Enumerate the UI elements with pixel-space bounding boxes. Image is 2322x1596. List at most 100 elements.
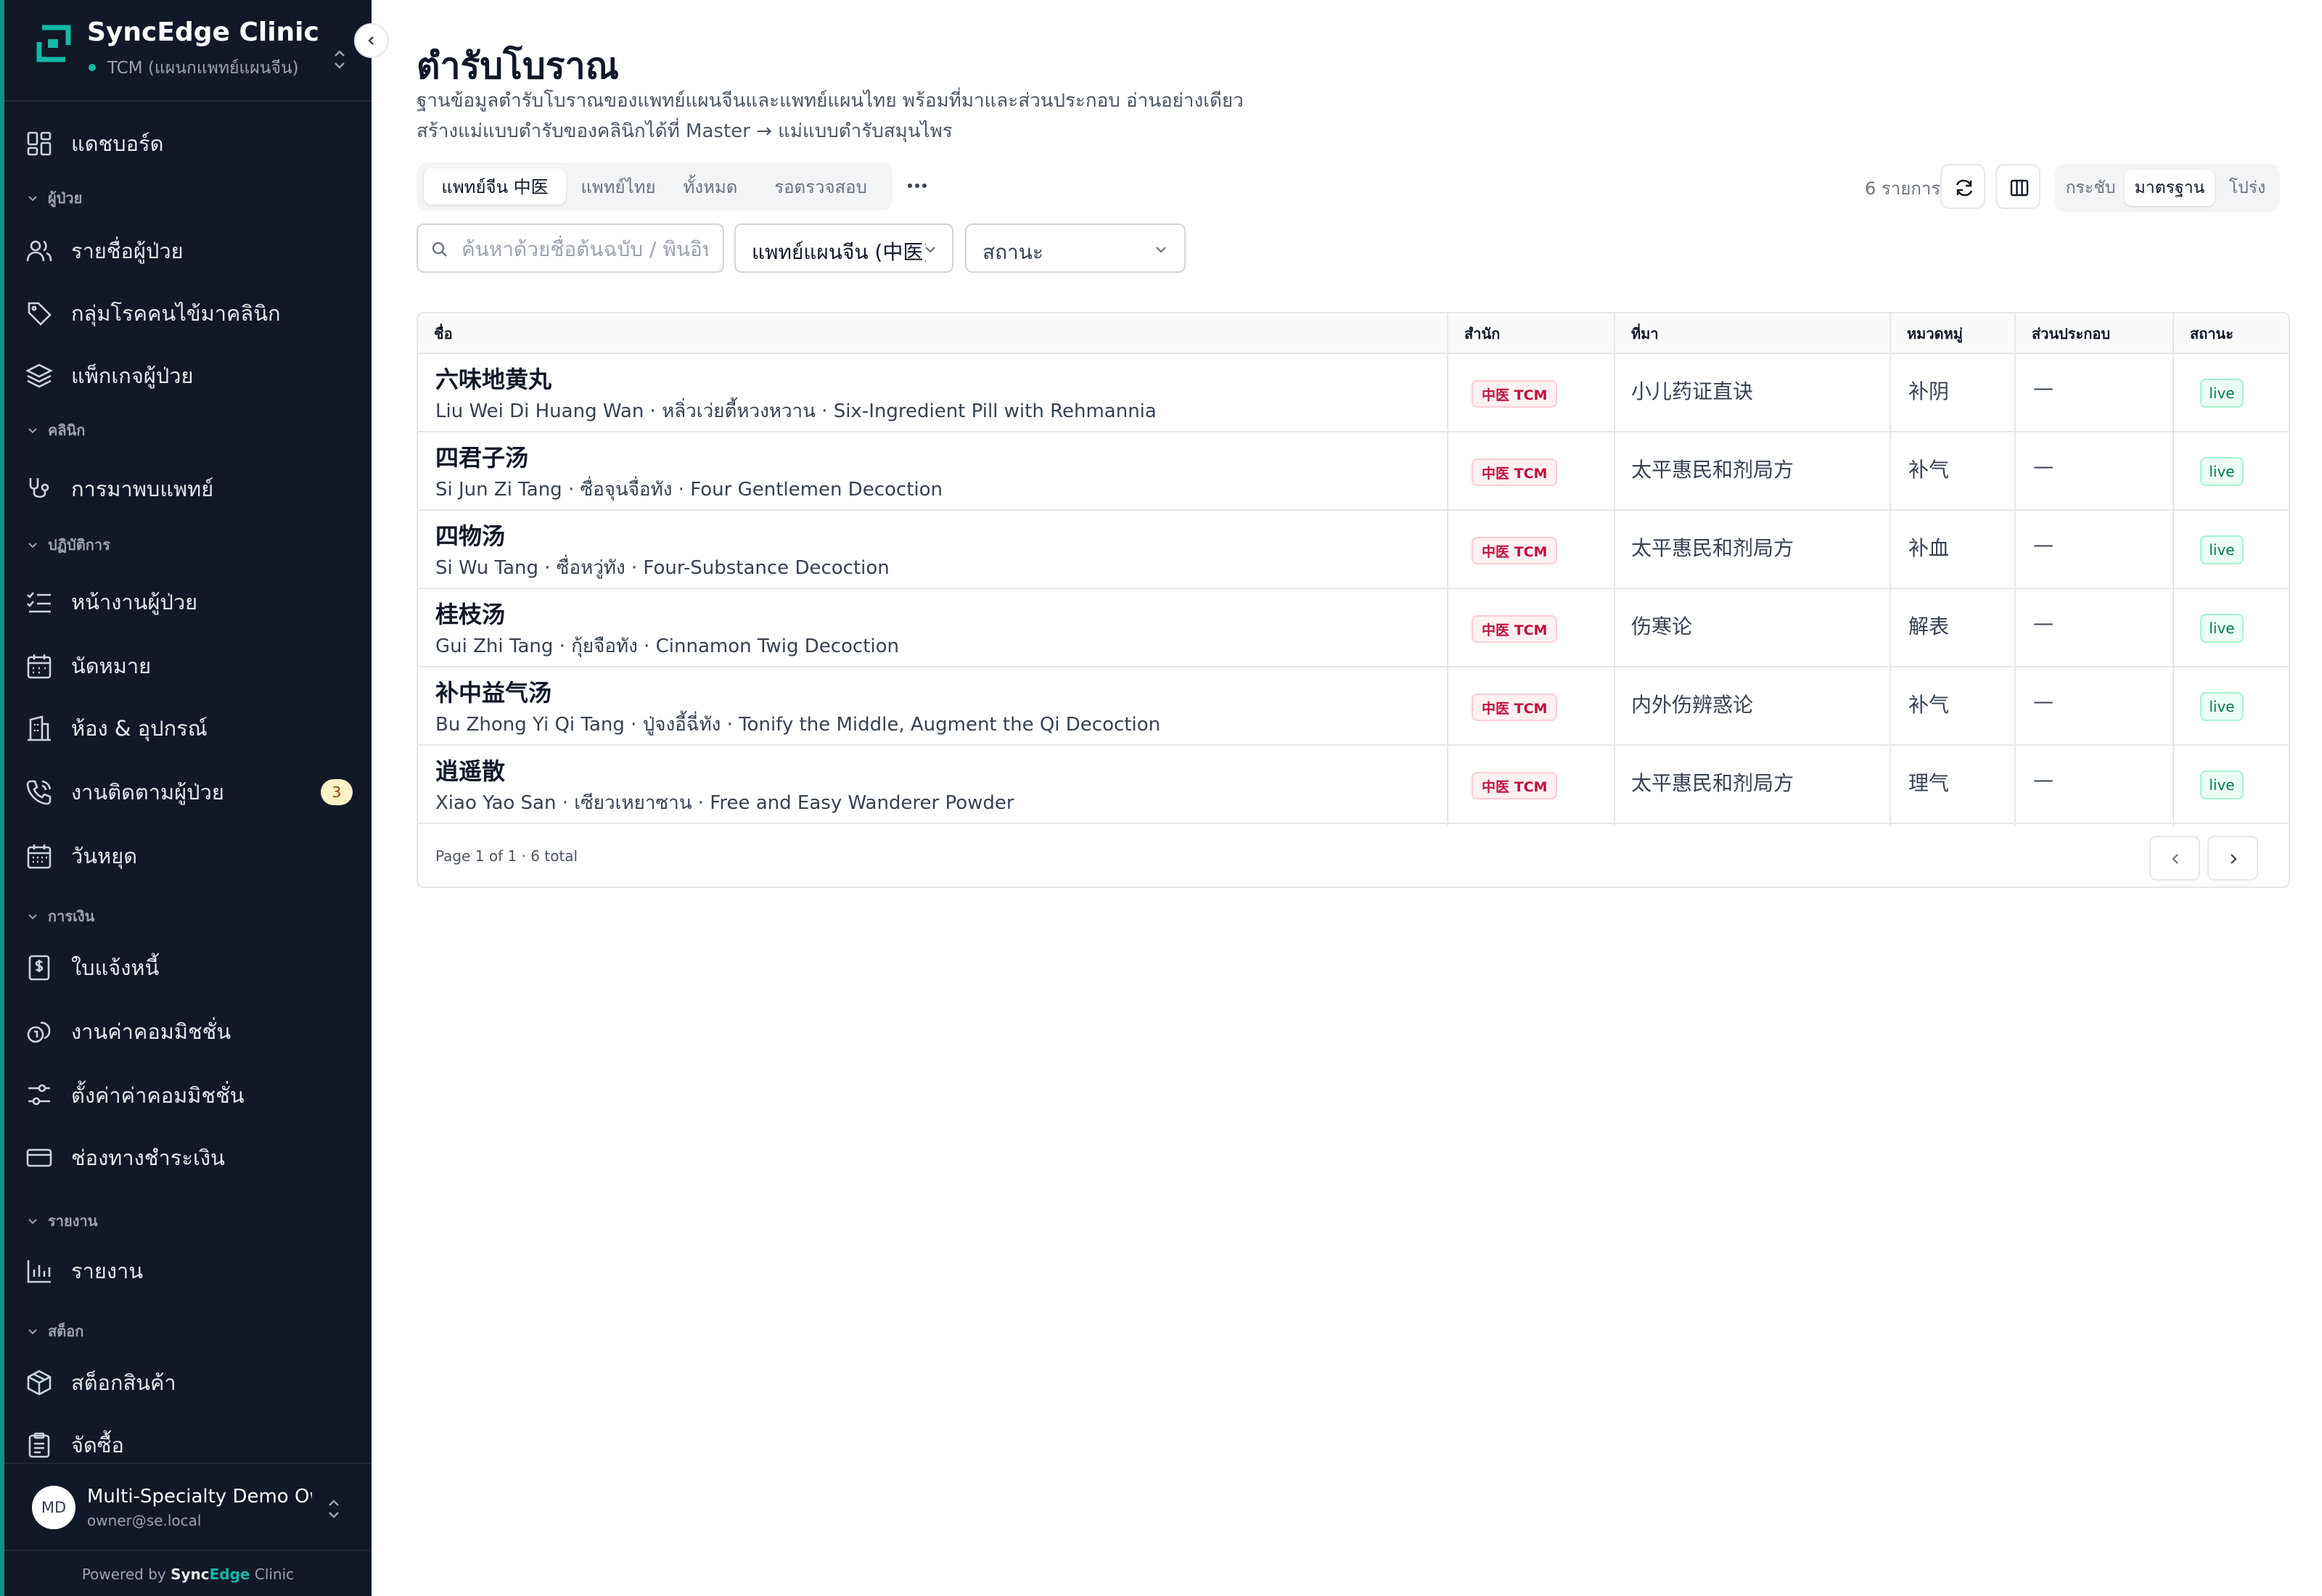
sliders-icon	[28, 1084, 50, 1106]
table-row[interactable]: 四君子汤 Si Jun Zi Tang · ซื่อจุนจื่อทัง · F…	[418, 432, 2289, 511]
status-badge: live	[2200, 457, 2244, 486]
formula-subtitle: Xiao Yao San · เซียวเหยาซาน · Free and E…	[435, 792, 1014, 814]
follow-up-count-badge: 3	[321, 779, 353, 805]
stethoscope-icon	[29, 478, 49, 498]
chevron-right-icon	[2231, 854, 2237, 864]
section-stock[interactable]: สต็อก	[26, 1320, 83, 1342]
chevron-down-icon	[925, 247, 935, 253]
section-operations[interactable]: ปฏิบัติการ	[26, 534, 110, 556]
sidebar-item-rooms[interactable]: ห้อง & อุปกรณ์	[25, 707, 358, 750]
category-cell: 补气	[1908, 458, 1950, 482]
table-row[interactable]: 桂枝汤 Gui Zhi Tang · กุ้ยจือทัง · Cinnamon…	[418, 589, 2289, 667]
table-row[interactable]: 补中益气汤 Bu Zhong Yi Qi Tang · ปู่จงอี้ฉี่ท…	[418, 667, 2289, 746]
sidebar-item-invoices[interactable]: ใบแจ้งหนี้	[25, 946, 358, 990]
sidebar-item-reports[interactable]: รายงาน	[25, 1249, 358, 1293]
user-menu[interactable]: MD Multi-Specialty Demo Owner owner@se.l…	[4, 1463, 372, 1550]
source-cell: 小儿药证直诀	[1631, 379, 1754, 403]
sidebar-item-label: กลุ่มโรคคนไข้มาคลินิก	[71, 301, 281, 326]
sidebar-item-appointments[interactable]: นัดหมาย	[25, 644, 358, 688]
table-row[interactable]: 六味地黄丸 Liu Wei Di Huang Wan · หลิ่วเว่ยตี…	[418, 354, 2289, 432]
chevrons-up-down-icon[interactable]	[324, 1496, 344, 1522]
section-label: สต็อก	[48, 1323, 84, 1340]
column-header-school[interactable]: สำนัก	[1448, 313, 1500, 354]
refresh-icon	[1956, 179, 1973, 197]
layers-icon	[25, 363, 53, 388]
section-reports[interactable]: รายงาน	[26, 1210, 97, 1232]
column-header-status[interactable]: สถานะ	[2174, 313, 2233, 354]
sidebar-item-holidays[interactable]: วันหยุด	[25, 834, 358, 878]
column-header-source[interactable]: ที่มา	[1615, 313, 1659, 354]
section-label: การเงิน	[48, 908, 95, 925]
sidebar-item-label: นัดหมาย	[71, 654, 152, 678]
section-label: คลินิก	[48, 421, 86, 439]
row-count: 6 รายการ	[1865, 178, 1941, 199]
formula-name: 六味地黄丸	[435, 366, 552, 393]
sidebar-item-commission-jobs[interactable]: งานค่าคอมมิชชั่น	[25, 1010, 358, 1053]
sidebar-item-patients[interactable]: รายชื่อผู้ป่วย	[25, 229, 358, 273]
user-name: Multi-Specialty Demo Owner	[87, 1486, 312, 1507]
table-header: ชื่อ สำนัก ที่มา หมวดหมู่ ส่วนประกอบ สถา…	[418, 313, 2289, 354]
tab-pending-review[interactable]: รอตรวจสอบ	[756, 168, 885, 205]
school-chip: 中医 TCM	[1472, 694, 1558, 721]
search-box	[417, 223, 724, 273]
status-badge: live	[2200, 614, 2244, 643]
density-compact[interactable]: กระชับ	[2061, 170, 2120, 206]
sidebar-item-label: งานติดตามผู้ป่วย	[71, 780, 224, 805]
formulas-table: ชื่อ สำนัก ที่มา หมวดหมู่ ส่วนประกอบ สถา…	[417, 312, 2290, 888]
category-cell: 补血	[1908, 536, 1950, 560]
tab-all[interactable]: ทั้งหมด	[670, 168, 750, 205]
chevron-down-icon	[28, 543, 37, 548]
sidebar-item-commission-settings[interactable]: ตั้งค่าค่าคอมมิชชั่น	[25, 1074, 358, 1117]
sidebar-item-label: รายชื่อผู้ป่วย	[71, 239, 184, 263]
sidebar-item-label: สต็อกสินค้า	[71, 1370, 176, 1395]
column-header-ingredients[interactable]: ส่วนประกอบ	[2016, 313, 2110, 354]
sidebar-item-visits[interactable]: การมาพบแพทย์	[25, 467, 358, 511]
chevron-left-icon	[368, 36, 374, 45]
table-row[interactable]: 逍遥散 Xiao Yao San · เซียวเหยาซาน · Free a…	[418, 746, 2289, 824]
density-comfortable[interactable]: โปร่ง	[2219, 170, 2276, 206]
status-badge: live	[2200, 770, 2244, 799]
more-options-icon[interactable]	[903, 171, 932, 200]
refresh-button[interactable]	[1940, 164, 1985, 209]
sidebar-item-purchasing[interactable]: จัดซื้อ	[25, 1423, 358, 1467]
sidebar-item-dashboard[interactable]: แดชบอร์ด	[25, 122, 358, 165]
sidebar-item-label: ใบแจ้งหนี้	[71, 955, 160, 980]
search-input[interactable]	[461, 234, 708, 264]
school-chip: 中医 TCM	[1472, 380, 1558, 408]
tradition-select[interactable]: แพทย์แผนจีน (中医)	[734, 223, 953, 273]
chevron-down-icon	[28, 1219, 37, 1225]
section-finance[interactable]: การเงิน	[26, 905, 94, 927]
tab-tcm[interactable]: แพทย์จีน 中医	[424, 168, 566, 205]
brand-header[interactable]: SyncEdge Clinic TCM (แผนกแพทย์แผนจีน)	[4, 0, 372, 102]
columns-button[interactable]	[1995, 164, 2040, 209]
page-description: ฐานข้อมูลตำรับโบราณของแพทย์แผนจีนและแพทย…	[417, 90, 1244, 142]
status-select-placeholder: สถานะ	[982, 240, 1043, 264]
tradition-tabs: แพทย์จีน 中医 แพทย์ไทย ทั้งหมด รอตรวจสอบ	[417, 163, 893, 210]
table-row[interactable]: 四物汤 Si Wu Tang · ซื่อหวู่ทัง · Four-Subs…	[418, 511, 2289, 589]
logo-icon	[36, 25, 71, 62]
collapse-sidebar-button[interactable]	[354, 23, 389, 58]
ingredients-cell: —	[2033, 454, 2054, 478]
formula-name: 桂枝汤	[435, 601, 506, 628]
section-patients[interactable]: ผู้ป่วย	[26, 187, 82, 209]
status-select[interactable]: สถานะ	[965, 223, 1186, 273]
sidebar-item-payment-channels[interactable]: ช่องทางชำระเงิน	[25, 1136, 358, 1180]
source-cell: 太平惠民和剂局方	[1631, 458, 1794, 482]
formula-name: 四君子汤	[435, 444, 529, 472]
column-header-name[interactable]: ชื่อ	[418, 313, 453, 354]
sidebar-item-stock[interactable]: สต็อกสินค้า	[25, 1361, 358, 1404]
density-standard[interactable]: มาตรฐาน	[2125, 170, 2215, 206]
sidebar-item-label: ช่องทางชำระเงิน	[71, 1145, 225, 1170]
formula-name: 逍遥散	[435, 757, 506, 785]
sidebar-item-disease-groups[interactable]: กลุ่มโรคคนไข้มาคลินิก	[25, 292, 358, 335]
next-page-button[interactable]	[2207, 836, 2258, 881]
sidebar-item-packages[interactable]: แพ็กเกจผู้ป่วย	[25, 354, 358, 398]
column-header-category[interactable]: หมวดหมู่	[1891, 313, 1963, 354]
sidebar-item-label: หน้างานผู้ป่วย	[71, 590, 198, 614]
chevrons-up-down-icon[interactable]	[329, 46, 350, 73]
tab-thai[interactable]: แพทย์ไทย	[572, 168, 665, 205]
sidebar-item-patient-board[interactable]: หน้างานผู้ป่วย	[25, 580, 358, 624]
previous-page-button[interactable]	[2149, 836, 2200, 881]
sidebar-item-follow-up[interactable]: งานติดตามผู้ป่วย	[25, 770, 358, 814]
section-clinic[interactable]: คลินิก	[26, 419, 85, 441]
